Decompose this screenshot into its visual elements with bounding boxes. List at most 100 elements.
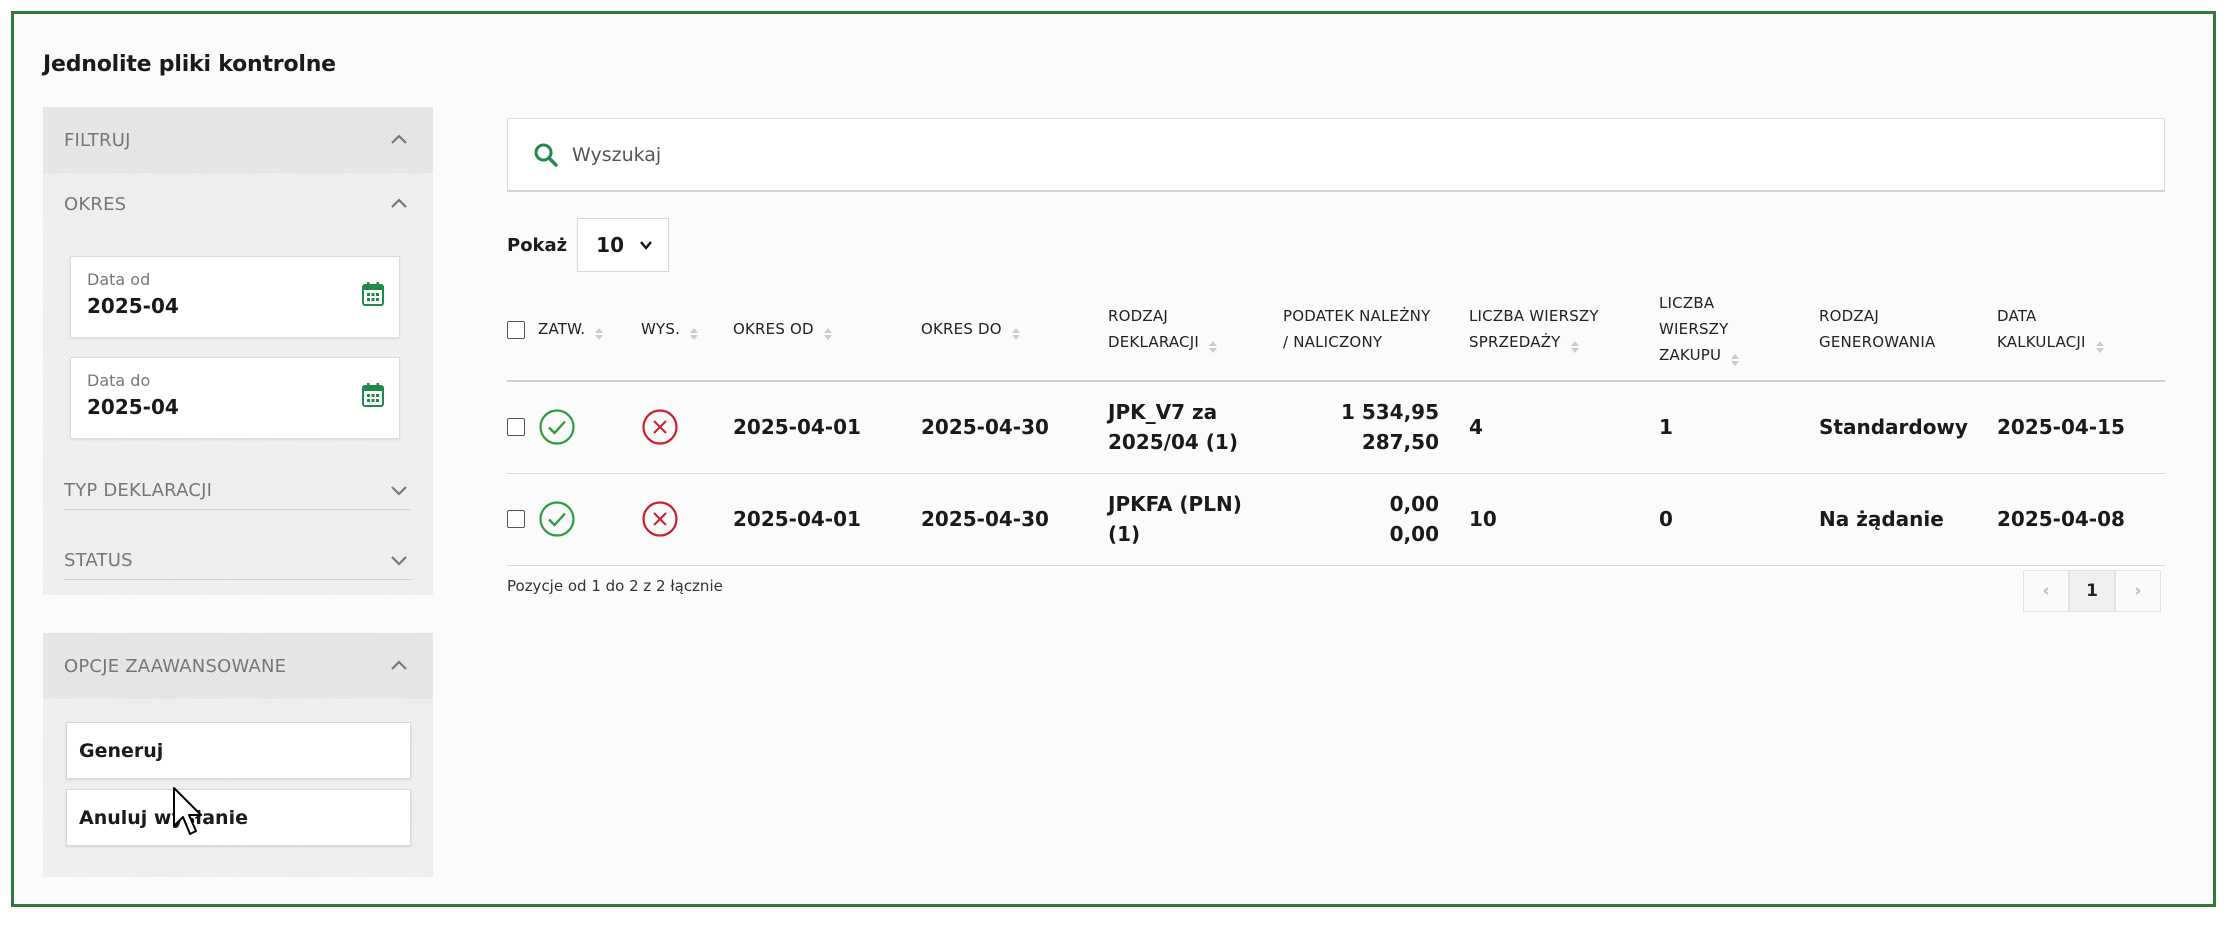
chevron-up-icon[interactable] [387,128,411,152]
approved-cell [507,381,641,474]
chevron-up-icon[interactable] [387,192,411,216]
column-declaration-type[interactable]: RODZAJ DEKLARACJI [1108,278,1283,382]
column-label: DEKLARACJI [1108,333,1199,351]
declaration-type-cell: JPK_V7 za 2025/04 (1) [1108,381,1283,474]
divider [64,509,411,510]
declaration-line: JPK_V7 za [1108,400,1218,425]
column-label: WYS. [641,320,681,338]
filter-panel: FILTRUJ OKRES Data od 2025-04 Data do 20… [43,107,433,595]
chevron-down-icon [640,241,653,250]
date-to-label: Data do [87,371,151,390]
advanced-section-header[interactable]: OPCJE ZAAWANSOWANE [43,633,433,699]
column-label: GENEROWANIA [1819,333,1936,351]
advanced-title: OPCJE ZAAWANSOWANE [64,655,287,677]
chevron-up-icon[interactable] [387,654,411,678]
search-bar[interactable] [507,118,2165,192]
sort-icon[interactable] [594,323,604,340]
select-all-checkbox[interactable] [507,320,525,339]
column-label: PODATEK NALEŻNY [1283,307,1431,325]
status-section-header[interactable]: STATUS [43,525,433,595]
column-period-from[interactable]: OKRES OD [733,278,921,382]
sort-icon[interactable] [1011,323,1021,340]
sent-cell [641,381,733,474]
tax-input-value: 0,00 [1389,522,1439,546]
sort-icon[interactable] [1208,336,1218,353]
jpk-table: ZATW. WYS. OKRES OD OKRES DO RODZAJ DEKL… [507,278,2165,566]
mouse-cursor-icon [173,787,202,835]
page-size-control: Pokaż 10 [507,218,670,272]
sent-cell [641,473,733,566]
column-label: OKRES OD [733,320,814,338]
sort-icon[interactable] [689,323,699,340]
declaration-line: (1) [1108,522,1141,546]
period-to-cell: 2025-04-30 [921,473,1108,566]
column-purchase-rows[interactable]: LICZBA WIERSZY ZAKUPU [1659,278,1819,382]
page-button-current[interactable]: 1 [2069,570,2115,612]
period-title: OKRES [64,193,127,215]
calendar-icon[interactable] [361,382,385,408]
column-label: RODZAJ [1108,307,1168,325]
sort-icon[interactable] [823,323,833,340]
declaration-type-title: TYP DEKLARACJI [64,479,213,501]
filter-title: FILTRUJ [64,129,131,151]
column-label: OKRES DO [921,320,1002,338]
date-from-field[interactable]: Data od 2025-04 [70,256,400,338]
generate-button[interactable]: Generuj [66,722,411,779]
chevron-down-icon[interactable] [387,478,411,502]
date-to-field[interactable]: Data do 2025-04 [70,357,400,439]
table-row[interactable]: 2025-04-01 2025-04-30 JPK_V7 za 2025/04 … [507,381,2165,474]
prev-page-button[interactable]: ‹ [2023,570,2069,612]
cancel-sending-button[interactable]: Anuluj wysłanie [66,789,411,846]
status-title: STATUS [64,549,133,571]
column-label: SPRZEDAŻY [1469,333,1561,351]
tax-due-value: 1 534,95 [1340,400,1439,425]
divider [64,579,411,580]
date-from-value[interactable]: 2025-04 [87,294,179,318]
table-header-row: ZATW. WYS. OKRES OD OKRES DO RODZAJ DEKL… [507,278,2165,382]
tax-cell: 1 534,95 287,50 [1283,381,1469,474]
next-page-button[interactable]: › [2115,570,2161,612]
sort-icon[interactable] [1570,336,1580,353]
generation-type-cell: Na żądanie [1819,473,1997,566]
column-sent[interactable]: WYS. [641,278,733,382]
table-row[interactable]: 2025-04-01 2025-04-30 JPKFA (PLN) (1) 0,… [507,473,2165,566]
column-label: ZAKUPU [1659,346,1722,364]
column-calc-date[interactable]: DATA KALKULACJI [1997,278,2165,382]
column-approved[interactable]: ZATW. [507,278,641,382]
error-circle-icon [642,409,678,445]
check-circle-icon [539,501,575,537]
search-input[interactable] [572,143,2072,166]
row-checkbox[interactable] [507,418,525,437]
page-size-select[interactable]: 10 [577,218,670,272]
tax-cell: 0,00 0,00 [1283,473,1469,566]
column-period-to[interactable]: OKRES DO [921,278,1108,382]
column-label: KALKULACJI [1997,333,2086,351]
period-from-cell: 2025-04-01 [733,381,921,474]
calendar-icon[interactable] [361,281,385,307]
calc-date-cell: 2025-04-15 [1997,381,2165,474]
purchase-rows-cell: 1 [1659,381,1819,474]
search-icon [534,143,558,167]
column-label: / NALICZONY [1283,333,1383,351]
sort-icon[interactable] [1730,349,1740,366]
filter-section-header[interactable]: FILTRUJ [43,107,433,173]
sales-rows-cell: 4 [1469,381,1659,474]
chevron-down-icon[interactable] [387,548,411,572]
date-to-value[interactable]: 2025-04 [87,395,179,419]
table-summary: Pozycje od 1 do 2 z 2 łącznie [507,577,723,595]
row-checkbox[interactable] [507,510,525,528]
check-circle-icon [539,409,575,445]
declaration-line: JPKFA (PLN) [1108,492,1242,516]
sort-icon[interactable] [2095,336,2105,353]
period-to-cell: 2025-04-30 [921,381,1108,474]
page-size-value: 10 [596,233,624,257]
tax-input-value: 287,50 [1361,430,1439,455]
page-size-label: Pokaż [507,234,568,256]
sales-rows-cell: 10 [1469,473,1659,566]
pagination: ‹ 1 › [2023,570,2161,612]
column-sales-rows[interactable]: LICZBA WIERSZY SPRZEDAŻY [1469,278,1659,382]
period-section-header[interactable]: OKRES [43,173,433,235]
calc-date-cell: 2025-04-08 [1997,473,2165,566]
declaration-type-section-header[interactable]: TYP DEKLARACJI [43,455,433,525]
declaration-line: 2025/04 (1) [1108,430,1238,455]
